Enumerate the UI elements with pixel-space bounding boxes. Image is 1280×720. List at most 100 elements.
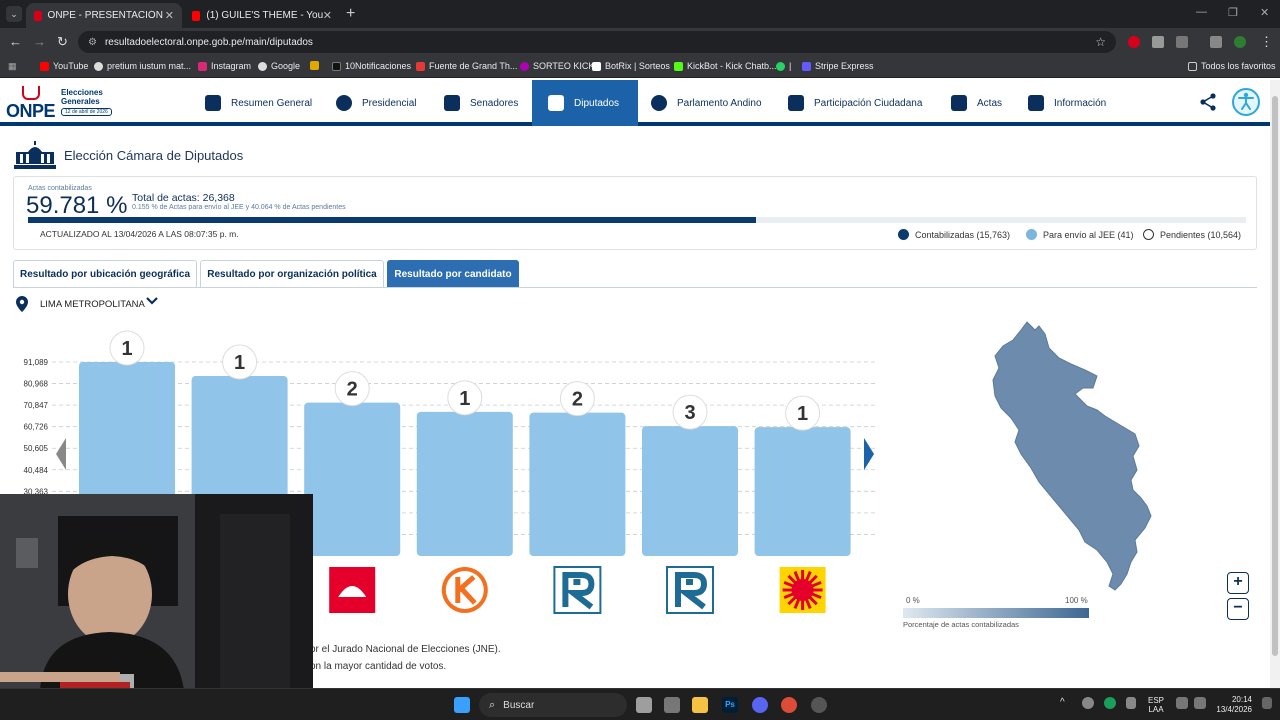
wifi-icon[interactable] [1176,697,1188,709]
tray-app-icon[interactable] [1082,697,1094,709]
reload-icon[interactable]: ↻ [57,34,68,50]
language-indicator[interactable]: ESP LAA [1148,696,1164,714]
bar[interactable] [304,402,401,556]
site-header: ONPE Elecciones Generales 12 de abril de… [0,80,1270,126]
bookmark-youtube[interactable]: YouTube [40,61,88,71]
seat-count-label: 2 [347,379,358,401]
bar[interactable] [642,426,738,556]
discord-icon[interactable] [752,697,768,713]
bookmark-star-icon[interactable]: ☆ [1095,35,1106,49]
restore-icon[interactable]: ❐ [1228,6,1238,19]
share-icon[interactable] [1198,92,1218,117]
map-scale-caption: Porcentaje de actas contabilizadas [903,620,1019,629]
bookmark-botrix[interactable]: BotRix | Sorteos [592,61,670,71]
bookmark-grand-theft[interactable]: Fuente de Grand Th... [416,61,517,71]
nav-resumen-general[interactable]: Resumen General [205,80,312,126]
actas-subtext: 0.155 % de Actas para envío al JEE y 40.… [132,204,346,211]
nav-parlamento-andino[interactable]: Parlamento Andino [651,80,762,126]
close-window-icon[interactable]: ✕ [1260,6,1269,19]
browser-tab-youtube[interactable]: (1) GUILE'S THEME - YouTube ✕ [184,3,340,28]
accessibility-icon[interactable] [1232,88,1260,116]
tab-resultado-candidato[interactable]: Resultado por candidato [387,260,519,287]
bar[interactable] [754,427,851,556]
bookmark-whatsapp[interactable]: | [776,61,791,71]
nav-participacion-ciudadana[interactable]: Participación Ciudadana [788,80,922,126]
site-info-icon[interactable]: ⚙ [88,37,97,48]
obs-icon[interactable] [811,697,827,713]
bookmark-google[interactable]: Google [258,61,300,71]
taskbar-search[interactable]: ⌕ Buscar [479,693,627,717]
lima-district-shapes [992,321,1152,591]
zoom-in-button[interactable]: + [1227,572,1249,594]
new-tab-button[interactable]: + [346,5,355,23]
taskbar-clock[interactable]: 20:14 13/4/2026 [1208,695,1252,715]
senate-icon [444,95,460,111]
volume-icon[interactable] [1194,697,1206,709]
nav-senadores[interactable]: Senadores [444,80,518,126]
updated-timestamp: ACTUALIZADO AL 13/04/2026 A LAS 08:07:35… [40,229,239,239]
microphone-icon[interactable] [1126,697,1136,709]
lima-metropolitana-map[interactable] [975,318,1155,598]
extensions-puzzle-icon[interactable] [1176,36,1188,48]
tray-chevron-icon[interactable]: ^ [1060,697,1076,713]
profile-avatar[interactable] [1234,36,1246,48]
page-scrollbar[interactable] [1270,80,1280,688]
map-scale-min: 0 % [906,596,920,605]
menu-kebab-icon[interactable]: ⋮ [1260,34,1273,50]
extension-icon[interactable] [1128,36,1140,48]
zoom-out-button[interactable]: − [1227,598,1249,620]
notifications-icon[interactable] [1262,697,1272,709]
close-tab-icon[interactable]: ✕ [323,9,332,22]
election-date-badge: 12 de abril de 2026 [61,108,112,116]
bookmark-kickbot[interactable]: KickBot - Kick Chatb... [674,61,777,71]
address-bar[interactable]: ⚙ resultadoelectoral.onpe.gob.pe/main/di… [78,31,1116,53]
bookmark-extra-icon[interactable] [310,61,323,70]
extension-icon[interactable] [1152,36,1164,48]
forward-arrow-icon[interactable]: → [33,34,46,49]
tab-ubicacion-geografica[interactable]: Resultado por ubicación geográfica [13,260,197,287]
all-bookmarks-folder[interactable]: Todos los favoritos [1188,61,1276,71]
tab-search-icon[interactable]: ⌄ [6,6,22,22]
bar[interactable] [529,412,626,556]
onpe-logo[interactable]: ONPE [6,101,56,122]
apps-grid-icon[interactable]: ▦ [8,61,17,72]
bookmark-instagram[interactable]: Instagram [198,61,251,71]
bookmark-10notificaciones[interactable]: 10Notificaciones [332,61,411,71]
tab-organizacion-politica[interactable]: Resultado por organización política [200,260,384,287]
tray-app-icon[interactable] [1104,697,1116,709]
clipboard-check-icon [951,95,967,111]
taskbar-app-icon[interactable] [664,697,680,713]
location-pin-icon [16,296,28,312]
sun-face [791,579,814,601]
windows-start-icon[interactable] [454,697,470,713]
bookmark-sorteo-kick[interactable]: SORTEO KICK [520,61,594,71]
minimize-icon[interactable]: — [1196,6,1207,18]
carousel-prev-arrow-icon[interactable] [56,438,66,470]
bar[interactable] [416,411,513,556]
nav-presidencial[interactable]: Presidencial [336,80,416,126]
close-tab-icon[interactable]: ✕ [165,9,174,22]
media-control-icon[interactable] [1210,36,1222,48]
nav-informacion[interactable]: Información [1028,80,1106,126]
back-arrow-icon[interactable]: ← [9,34,22,49]
chrome-icon[interactable] [781,697,797,713]
nav-actas[interactable]: Actas [951,80,1002,126]
bookmark-pretium[interactable]: pretium iustum mat... [94,61,191,71]
browser-tab-onpe[interactable]: ONPE - PRESENTACIÓN DE RES ✕ [26,3,182,28]
actas-progress-bar [28,217,1246,223]
y-tick-label: 50,605 [24,444,49,453]
elecciones-generales-logo: Elecciones Generales [61,88,103,106]
chevron-down-icon[interactable] [146,296,158,309]
tabs-divider [13,287,1257,288]
actas-label: Actas contabilizadas [28,185,92,192]
info-document-icon [1028,95,1044,111]
bookmark-stripe[interactable]: Stripe Express [802,61,874,71]
task-view-icon[interactable] [636,697,652,713]
url-text: resultadoelectoral.onpe.gob.pe/main/dipu… [104,36,313,48]
location-selector[interactable]: LIMA METROPOLITANA [40,299,145,310]
carousel-next-arrow-icon[interactable] [864,438,874,470]
photoshop-icon[interactable]: Ps [722,697,738,713]
file-explorer-icon[interactable] [692,697,708,713]
map-scale-max: 100 % [1065,596,1088,605]
nav-diputados[interactable]: Diputados [532,80,638,126]
